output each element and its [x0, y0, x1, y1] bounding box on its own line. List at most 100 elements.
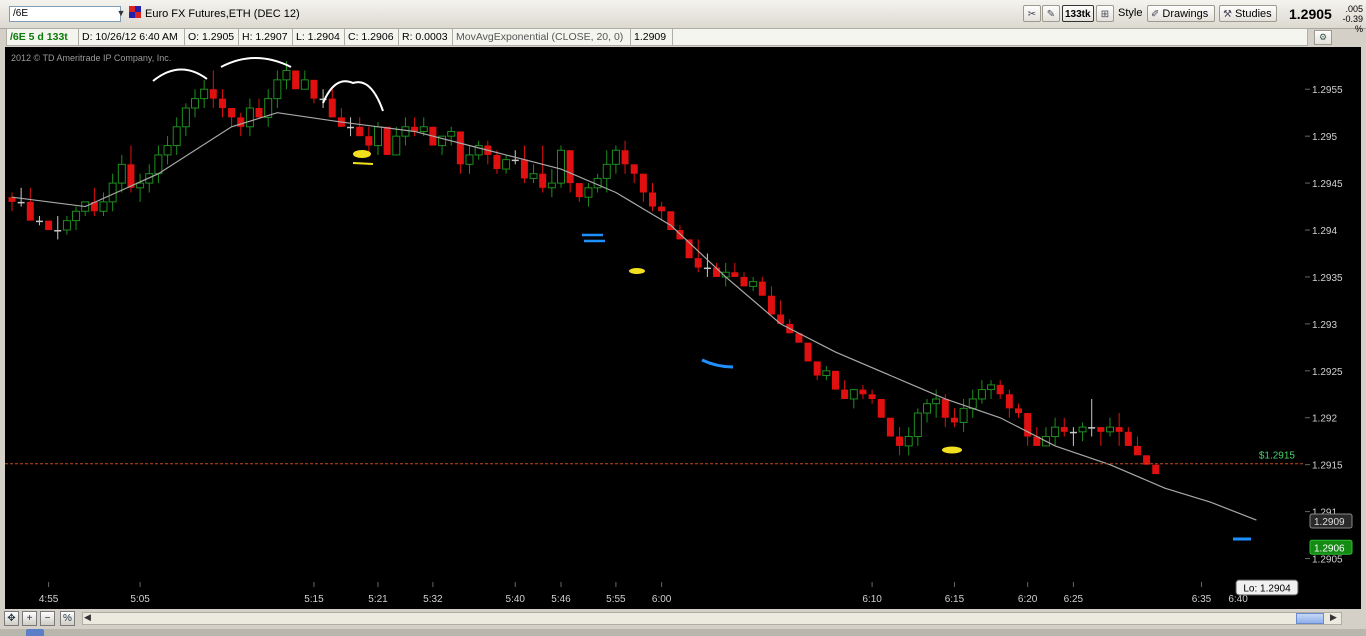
candle-body [1060, 427, 1068, 432]
candle-body [419, 126, 428, 132]
candle-body [904, 436, 913, 447]
candle-body [300, 79, 309, 90]
candle-body [136, 182, 145, 189]
yellow-mark [353, 150, 371, 158]
candle-body [200, 88, 209, 100]
bar-date: D: 10/26/12 6:40 AM [79, 29, 185, 45]
percent-change: -0.39 % [1342, 14, 1363, 34]
horizontal-scrollbar[interactable] [82, 612, 1342, 625]
zoom-out-icon[interactable]: − [40, 611, 55, 626]
candle-body [886, 417, 894, 437]
time-tick-label: 6:40 [1228, 594, 1248, 605]
candle-body [72, 210, 81, 222]
last-value-label: 1.2906 [1314, 543, 1345, 554]
candle-body [127, 164, 135, 188]
symbol-dropdown-icon[interactable]: ▼ [116, 6, 126, 20]
scroll-left-icon[interactable]: ◀ [84, 612, 91, 623]
candle-body [172, 126, 181, 147]
candle-body [447, 130, 456, 137]
scroll-right-icon[interactable]: ▶ [1330, 612, 1337, 623]
candle-body [602, 163, 611, 179]
zoom-in-icon[interactable]: + [22, 611, 37, 626]
price-tick-label: 1.292 [1312, 414, 1337, 425]
candle-body [465, 154, 474, 165]
price-tick-label: 1.2945 [1312, 179, 1343, 190]
yellow-mark [942, 446, 962, 454]
compare-icon[interactable]: ✂ [1023, 5, 1041, 22]
candle-body [1088, 427, 1096, 429]
candle-body [649, 192, 656, 207]
candle [832, 370, 839, 390]
time-tick-label: 6:00 [652, 594, 672, 605]
candle-body [1097, 427, 1105, 432]
candle-body [401, 126, 410, 137]
candle-body [328, 98, 336, 118]
symbol-input[interactable] [9, 6, 121, 22]
candle-body [539, 173, 547, 188]
pan-icon[interactable]: ✥ [4, 611, 19, 626]
ema-value-label: 1.2909 [1314, 517, 1345, 528]
chart-settings-icon[interactable]: ⚙ [1314, 30, 1332, 45]
study-value: 1.2909 [631, 29, 673, 45]
candle [877, 398, 885, 418]
candle-body [218, 98, 226, 109]
candle-body [611, 149, 620, 165]
candle-body [996, 384, 1004, 395]
candle-body [520, 159, 528, 179]
candle-body [237, 117, 245, 127]
candle-body [849, 389, 858, 400]
plot-background [5, 47, 1305, 582]
candle-body [832, 370, 839, 390]
candle-body [383, 126, 391, 155]
candle-body [456, 131, 464, 165]
candle-body [1133, 445, 1141, 456]
price-tick-label: 1.2905 [1312, 555, 1343, 566]
candle-body [374, 126, 382, 147]
candle-body [987, 384, 996, 391]
chart-toolbar: ▼ Euro FX Futures,ETH (DEC 12) ✂ ✎ 133tk… [0, 0, 1366, 34]
low-value: L: 1.2904 [293, 29, 345, 45]
time-tick-label: 5:40 [506, 594, 526, 605]
last-price: 1.2905 [1289, 6, 1332, 22]
grid-icon[interactable]: ⊞ [1096, 5, 1114, 22]
candle-body [310, 79, 318, 99]
time-tick-label: 5:15 [304, 594, 324, 605]
candle-body [255, 108, 263, 118]
time-tick-label: 6:35 [1192, 594, 1212, 605]
candle [383, 126, 391, 155]
low-label-text: Lo: 1.2904 [1243, 584, 1291, 595]
candle-body [502, 159, 511, 170]
candle-body [566, 150, 574, 184]
candle-body [767, 295, 775, 315]
candle-body [913, 412, 922, 438]
yellow-mark [352, 162, 374, 165]
candle-body [584, 187, 593, 198]
candle-body [740, 276, 748, 287]
percent-scale-icon[interactable]: % [60, 611, 75, 626]
chart-area[interactable]: 2012 © TD Ameritrade IP Company, Inc. 1.… [5, 47, 1361, 610]
studies-button[interactable]: ⚒ Studies [1219, 5, 1277, 22]
candle-body [822, 370, 831, 377]
price-line-label: $1.2915 [1259, 451, 1296, 462]
candle-body [1115, 427, 1123, 432]
drawings-button[interactable]: ✐ Drawings [1147, 5, 1215, 22]
copyright-text: 2012 © TD Ameritrade IP Company, Inc. [11, 53, 171, 63]
candle [1152, 464, 1160, 475]
collapse-icon[interactable] [26, 629, 44, 636]
candle-body [547, 182, 556, 189]
style-button[interactable]: Style [1116, 5, 1144, 22]
candle-body [163, 145, 172, 156]
candle-body [245, 107, 254, 128]
candle-body [1106, 426, 1114, 433]
candle-body [45, 220, 53, 231]
candle-body [932, 398, 941, 405]
pencil-tool-icon[interactable]: ✎ [1042, 5, 1060, 22]
candle-body [977, 389, 986, 400]
candle-body [749, 281, 758, 287]
drawings-icon: ✐ [1151, 9, 1160, 20]
aggregation-button[interactable]: 133tk [1062, 5, 1094, 22]
price-chart[interactable]: 2012 © TD Ameritrade IP Company, Inc. 1.… [5, 47, 1361, 610]
scrollbar-thumb[interactable] [1296, 613, 1324, 624]
yellow-mark [629, 268, 645, 274]
candle-body [813, 361, 821, 376]
